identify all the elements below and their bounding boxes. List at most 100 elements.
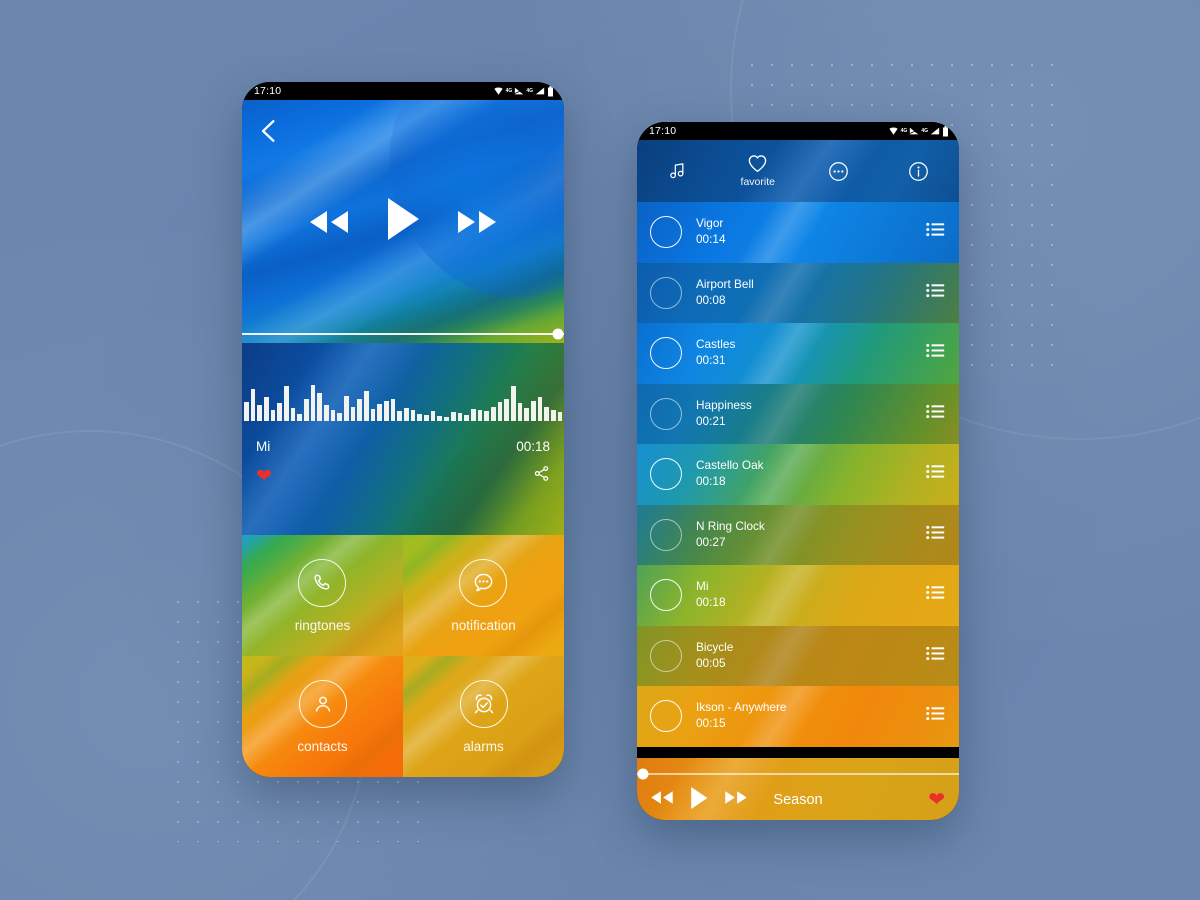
play-button[interactable] — [384, 196, 422, 247]
signal-4g-icon — [514, 87, 524, 95]
waveform-bar — [250, 389, 256, 421]
toolbar-info-button[interactable] — [895, 161, 943, 182]
mini-progress-thumb[interactable] — [637, 768, 649, 780]
network-label-1: 4G — [900, 127, 908, 134]
toolbar-more-button[interactable] — [814, 161, 862, 182]
track-text: Bicycle 00:05 — [696, 640, 733, 672]
track-play-button[interactable] — [650, 639, 682, 672]
chat-bubble-icon-wrap — [459, 558, 508, 607]
track-menu-button[interactable] — [926, 464, 945, 484]
mini-favorite-heart-icon[interactable]: ❤ — [928, 790, 945, 810]
track-title: Vigor — [696, 216, 724, 231]
mini-play-button[interactable] — [689, 786, 709, 815]
forward-icon — [725, 791, 747, 804]
phone-mockup-player: 17:10 4G 4G Mi 00:18 ❤ ringtones notific… — [242, 82, 564, 777]
waveform-bar — [364, 390, 369, 421]
now-playing-title: Mi — [256, 439, 271, 454]
list-menu-icon — [926, 404, 945, 418]
track-text: Ikson - Anywhere 00:15 — [696, 700, 787, 732]
track-menu-button[interactable] — [926, 283, 945, 303]
waveform-bar — [384, 400, 389, 421]
waveform-bar — [344, 395, 349, 421]
network-label-2: 4G — [921, 127, 928, 134]
track-menu-button[interactable] — [926, 646, 945, 666]
mini-forward-button[interactable] — [723, 789, 749, 811]
track-menu-button[interactable] — [926, 343, 945, 363]
track-play-button[interactable] — [650, 216, 682, 249]
track-play-button[interactable] — [650, 276, 682, 309]
share-button[interactable] — [533, 465, 550, 487]
waveform-bar — [517, 403, 523, 421]
tile-alarms[interactable]: alarms — [403, 656, 564, 777]
waveform-bar — [390, 398, 396, 421]
track-play-button[interactable] — [650, 397, 682, 430]
list-menu-icon — [926, 465, 945, 479]
waveform-bar — [557, 412, 563, 421]
list-menu-icon — [926, 525, 945, 539]
track-time: 00:05 — [696, 655, 726, 670]
status-bar-icons: 4G 4G — [493, 85, 554, 97]
favorite-heart-icon[interactable]: ❤ — [256, 467, 272, 486]
now-playing-meta: Mi 00:18 — [256, 439, 550, 454]
waveform-bar — [264, 397, 269, 421]
track-row[interactable]: Mi 00:18 — [637, 565, 959, 626]
toolbar-favorite-button[interactable]: favorite — [734, 154, 782, 188]
track-title: Ikson - Anywhere — [696, 700, 787, 715]
track-row[interactable]: Castello Oak 00:18 — [637, 444, 959, 505]
track-menu-button[interactable] — [926, 404, 945, 424]
phone-icon-wrap — [298, 558, 347, 607]
track-row[interactable]: Airport Bell 00:08 — [637, 262, 959, 323]
mini-player-progress[interactable] — [637, 768, 959, 780]
playback-progress[interactable] — [242, 322, 564, 346]
waveform-bar — [537, 397, 543, 421]
waveform-bar — [410, 410, 416, 421]
track-menu-button[interactable] — [926, 585, 945, 605]
track-play-button[interactable] — [650, 458, 682, 491]
track-play-button[interactable] — [650, 700, 682, 733]
list-menu-icon — [926, 283, 945, 297]
track-row[interactable]: Castles 00:31 — [637, 323, 959, 384]
waveform-bar — [484, 410, 489, 421]
mini-progress-track — [637, 768, 959, 780]
track-row[interactable]: N Ring Clock 00:27 — [637, 504, 959, 565]
signal-4g-secondary-icon — [535, 87, 545, 95]
signal-4g-icon — [909, 127, 919, 135]
tile-ringtones[interactable]: ringtones — [242, 535, 403, 656]
tile-contacts[interactable]: contacts — [242, 656, 403, 777]
track-text: N Ring Clock 00:27 — [696, 519, 765, 551]
waveform-bar — [510, 386, 516, 421]
progress-thumb[interactable] — [552, 328, 564, 340]
track-row[interactable]: Ikson - Anywhere 00:15 — [637, 686, 959, 747]
track-menu-button[interactable] — [926, 525, 945, 545]
track-menu-button[interactable] — [926, 222, 945, 242]
waveform-bar — [310, 385, 316, 421]
track-row[interactable]: Vigor 00:14 — [637, 202, 959, 263]
waveform-bar — [277, 403, 283, 421]
track-row[interactable]: Bicycle 00:05 — [637, 625, 959, 686]
list-body: favorite Vigor 00:14 Airport Bell 00:08 Cast… — [637, 140, 959, 820]
list-menu-icon — [926, 344, 945, 358]
play-icon — [388, 198, 419, 240]
tile-label-contacts: contacts — [297, 738, 348, 754]
back-chevron-icon[interactable] — [256, 118, 282, 144]
track-row[interactable]: Happiness 00:21 — [637, 383, 959, 444]
track-play-button[interactable] — [650, 337, 682, 370]
phone-mockup-list: 17:10 4G 4G favorite Vigor 00:14 Airport… — [637, 122, 959, 820]
rewind-button[interactable] — [306, 208, 352, 236]
waveform-bar — [257, 405, 263, 421]
forward-button[interactable] — [454, 208, 500, 236]
signal-4g-secondary-icon — [930, 127, 940, 135]
waveform-bar — [284, 386, 289, 421]
alarm-clock-icon — [474, 693, 493, 713]
waveform-bar — [524, 408, 529, 421]
track-play-button[interactable] — [650, 518, 682, 551]
toolbar-music-button[interactable] — [653, 161, 701, 181]
track-text: Castello Oak 00:18 — [696, 458, 764, 490]
tile-notification[interactable]: notification — [403, 535, 564, 656]
rewind-icon — [651, 791, 673, 804]
mini-rewind-button[interactable] — [649, 789, 675, 811]
track-play-button[interactable] — [650, 579, 682, 612]
waveform-bar — [444, 416, 449, 421]
track-menu-button[interactable] — [926, 706, 945, 726]
tile-label-alarms: alarms — [463, 738, 504, 754]
